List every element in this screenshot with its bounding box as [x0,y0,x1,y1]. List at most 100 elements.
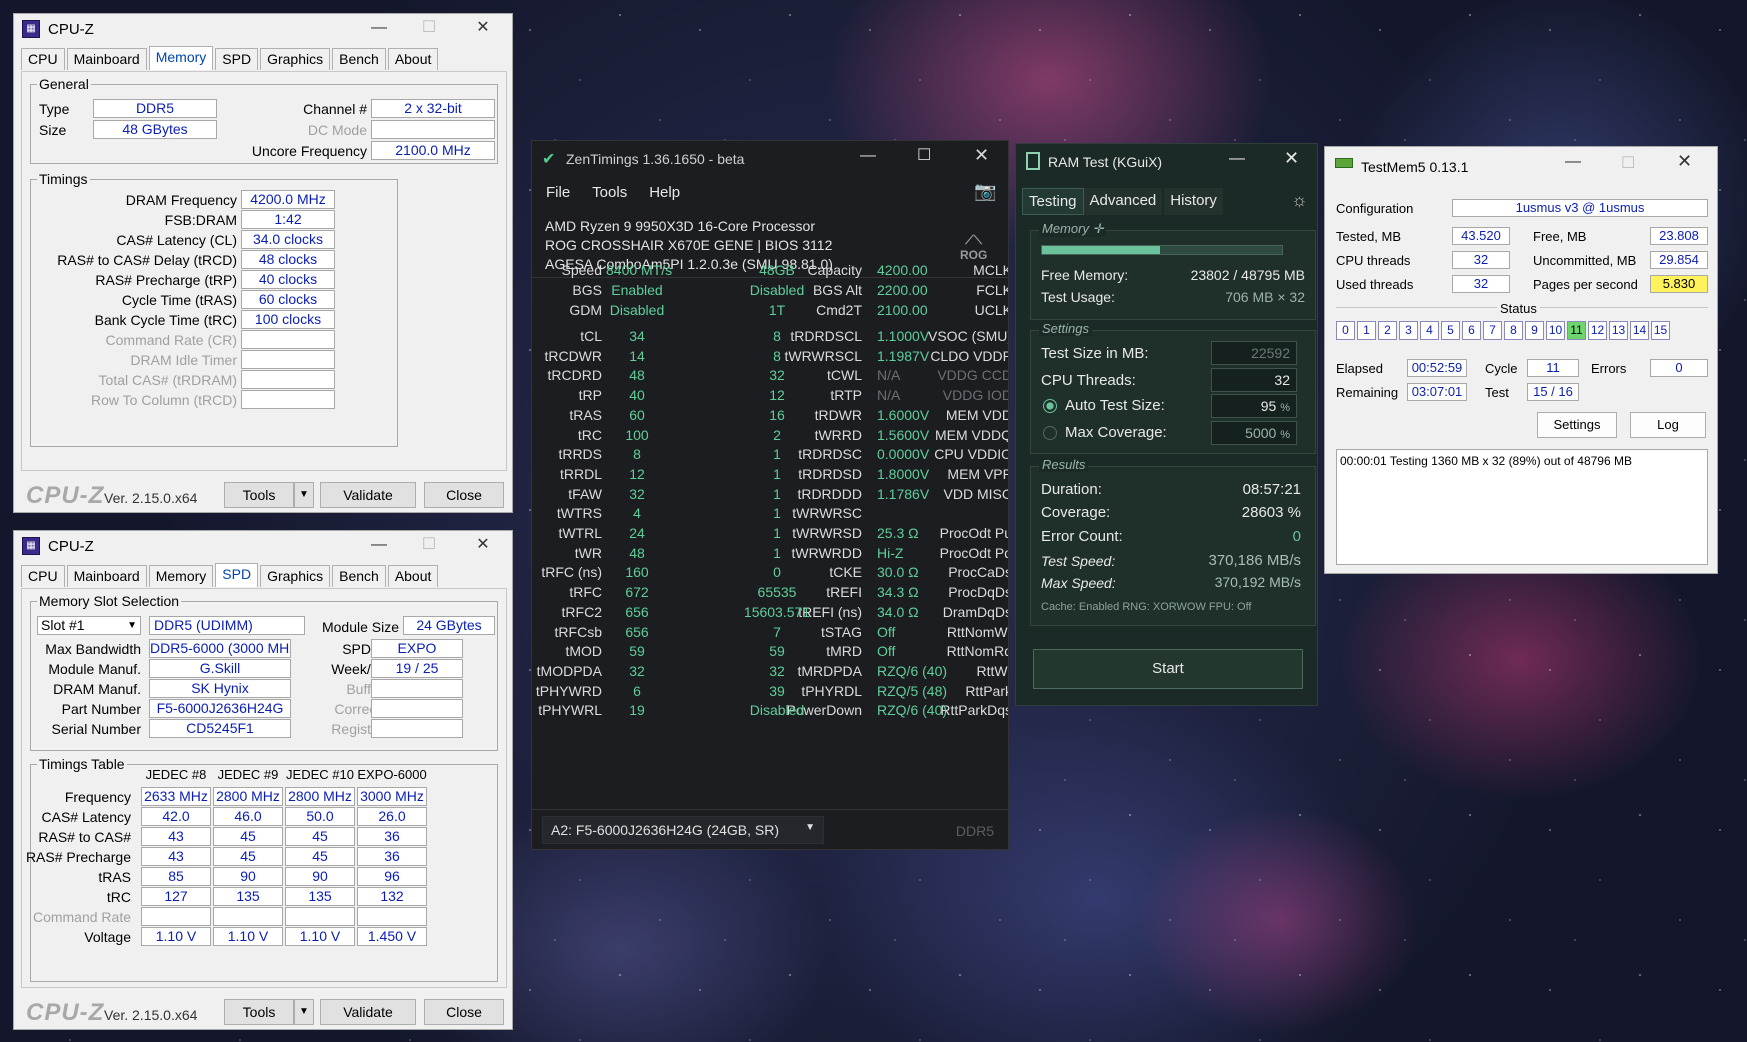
maximize-icon[interactable]: ☐ [917,145,931,165]
tab-mainboard[interactable]: Mainboard [66,48,147,70]
timing-value: 32 [629,662,645,679]
auto-size-radio[interactable] [1043,399,1057,413]
test-speed-label: Test Speed: [1041,553,1116,569]
general-group: General Type DDR5 Size 48 GBytes Channel… [30,76,498,164]
tab-history[interactable]: History [1164,188,1223,215]
slot-field-label: Max Bandwidth [45,641,141,657]
table-cell: 132 [357,887,427,906]
log-textarea[interactable]: 00:00:01 Testing 1360 MB x 32 (89%) out … [1336,449,1708,565]
maximize-icon[interactable]: ☐ [404,14,454,44]
camera-icon[interactable]: 📷 [974,181,996,202]
close-button[interactable]: Close [424,999,504,1025]
module-size-value: 24 GBytes [403,616,495,635]
tab-cpu[interactable]: CPU [21,565,65,587]
tested-label: Tested, MB [1336,229,1402,244]
tools-button[interactable]: Tools [224,482,294,508]
group-label: Memory Slot Selection [37,593,182,609]
menu-help[interactable]: Help [649,184,680,201]
uncore-label: Uncore Frequency [251,143,367,159]
tab-testing[interactable]: Testing [1022,188,1084,215]
timing-value: 34.0 clocks [241,230,335,249]
start-button[interactable]: Start [1033,649,1303,689]
timing-label: tRAS [569,406,602,423]
close-icon[interactable]: ✕ [974,145,989,166]
version-label: Ver. 2.15.0.x64 [104,1007,198,1023]
status-box: 1 [1357,321,1376,340]
slot-field-label: Part Number [61,701,141,717]
validate-button[interactable]: Validate [320,999,416,1025]
channel-value: 2 x 32-bit [371,99,495,118]
tab-advanced[interactable]: Advanced [1083,188,1163,215]
cpu-threads-input[interactable]: 32 [1211,368,1297,392]
maximize-icon[interactable]: ☐ [1621,153,1635,173]
close-icon[interactable]: ✕ [458,531,508,561]
table-row-label: tRAS [98,869,131,885]
memory-action-icon[interactable]: ✛ [1093,221,1104,236]
timing-label: Row To Column (tRCD) [91,392,237,408]
test-size-input[interactable]: 22592 [1211,341,1297,365]
tools-dropdown-icon[interactable]: ▼ [294,999,314,1025]
table-cell: 50.0 [285,807,355,826]
timing-label: tMOD [565,643,602,660]
tab-about[interactable]: About [387,565,439,587]
table-cell: 1.450 V [357,927,427,946]
tab-bench[interactable]: Bench [332,565,386,587]
slot-field-value: EXPO [371,639,463,658]
max-coverage-radio[interactable] [1043,426,1057,440]
minimize-icon[interactable]: — [860,147,876,165]
status-box: 8 [1504,321,1523,340]
tab-cpu[interactable]: CPU [21,48,65,70]
minimize-icon[interactable]: — [354,531,404,561]
timing-label: tWTRL [558,525,602,541]
tab-spd[interactable]: SPD [215,48,259,70]
table-cell: 42.0 [141,807,211,826]
tools-dropdown-icon[interactable]: ▼ [294,482,314,508]
log-button[interactable]: Log [1630,412,1706,438]
table-cell: 2800 MHz [213,787,283,806]
tab-memory[interactable]: Memory [148,46,214,70]
status-box: 5 [1441,321,1460,340]
slot-select[interactable]: Slot #1 ▼ [37,616,141,635]
timing-value [241,330,335,349]
menu-file[interactable]: File [546,184,570,201]
minimize-icon[interactable]: — [1229,150,1245,168]
timing-value: 1.8000V [877,465,930,482]
max-coverage-label: Max Coverage: [1065,424,1167,441]
dimm-select[interactable]: A2: F5-6000J2636H24G (24GB, SR) ▼ [542,816,824,844]
close-icon[interactable]: ✕ [458,14,508,44]
timing-value: RZQ/6 (40) [877,662,948,679]
timing-label: Cycle Time (tRAS) [121,292,237,308]
table-cell: 45 [285,847,355,866]
status-box: 9 [1525,321,1544,340]
auto-size-input[interactable]: 95 % [1211,394,1297,418]
maximize-icon[interactable]: ☐ [404,531,454,561]
table-cell: 45 [213,847,283,866]
tab-about[interactable]: About [387,48,439,70]
slot-field-label: Module Manuf. [48,661,141,677]
max-coverage-input[interactable]: 5000 % [1211,421,1297,445]
timing-label: tRFC (ns) [541,564,602,581]
type-label: Type [39,101,70,117]
timing-value: 1:42 [241,210,335,229]
tab-spd[interactable]: SPD [215,563,259,587]
minimize-icon[interactable]: — [354,14,404,44]
table-cell: 127 [141,887,211,906]
settings-button[interactable]: Settings [1537,412,1617,438]
timings-group: Timings DRAM Frequency 4200.0 MHz FSB:DRAM… [30,171,398,447]
theme-sun-icon[interactable]: ☼ [1291,190,1308,211]
tab-graphics[interactable]: Graphics [260,48,331,70]
status-box: 7 [1483,321,1502,340]
tab-memory[interactable]: Memory [148,565,214,587]
cpuz-footer: CPU-Z Ver. 2.15.0.x64 Tools ▼ Validate C… [14,995,512,1029]
tools-button[interactable]: Tools [224,999,294,1025]
menu-tools[interactable]: Tools [592,184,627,201]
tab-mainboard[interactable]: Mainboard [66,565,147,587]
close-icon[interactable]: ✕ [1284,148,1299,169]
timing-label: tRFC2 [561,603,602,620]
close-icon[interactable]: ✕ [1677,151,1692,172]
validate-button[interactable]: Validate [320,482,416,508]
tab-graphics[interactable]: Graphics [260,565,331,587]
tab-bench[interactable]: Bench [332,48,386,70]
close-button[interactable]: Close [424,482,504,508]
minimize-icon[interactable]: — [1565,153,1581,171]
